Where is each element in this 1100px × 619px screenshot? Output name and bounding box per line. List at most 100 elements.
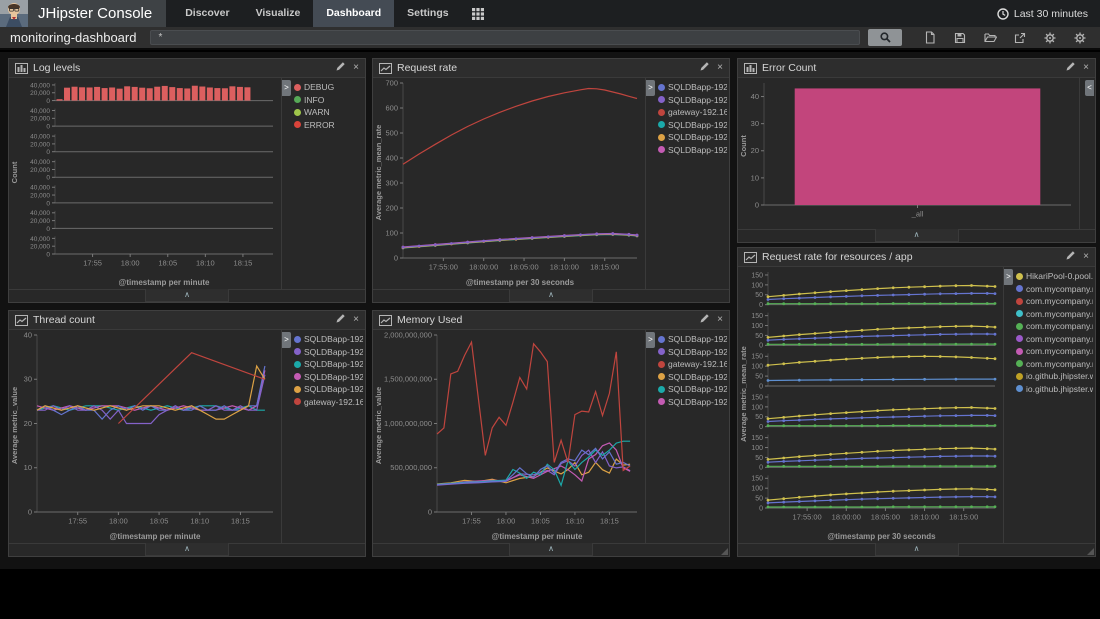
legend-item[interactable]: io.github.jhipster.web.r... [1016, 383, 1093, 396]
collapse-panel-button[interactable]: ∧ [145, 289, 229, 302]
options-button[interactable] [1038, 29, 1062, 46]
nav-dashboard[interactable]: Dashboard [313, 0, 394, 27]
legend-item[interactable]: SQLDBapp-192.168.4... [658, 371, 727, 384]
svg-text:0: 0 [46, 200, 50, 207]
legend-item[interactable]: INFO [294, 94, 363, 107]
legend-color-dot [1016, 373, 1023, 380]
remove-panel-icon[interactable]: × [353, 315, 359, 325]
panel-header[interactable]: Error Count × [738, 59, 1095, 78]
svg-text:0: 0 [46, 98, 50, 105]
legend-item[interactable]: SQLDBapp-192.168.4... [658, 346, 727, 359]
apps-grid-button[interactable] [462, 0, 494, 27]
resources-chart[interactable]: 0501001500501001500501001500501001500501… [738, 267, 1003, 543]
legend-item[interactable]: com.mycompany.myap... [1016, 283, 1093, 296]
nav-visualize[interactable]: Visualize [243, 0, 314, 27]
bar-chart-icon [15, 63, 28, 74]
line-chart-icon [379, 315, 392, 326]
legend-toggle[interactable]: > [1004, 269, 1013, 285]
svg-text:Average metric_value: Average metric_value [10, 387, 19, 464]
panel-header[interactable]: Log levels × [9, 59, 365, 78]
legend-item[interactable]: com.mycompany.myap... [1016, 320, 1093, 333]
edit-panel-icon[interactable] [700, 62, 709, 74]
legend-item[interactable]: SQLDBapp-192.168.4... [294, 358, 363, 371]
svg-text:Average metric_mean_rate: Average metric_mean_rate [739, 346, 748, 442]
edit-panel-icon[interactable] [1066, 62, 1075, 74]
edit-panel-icon[interactable] [336, 314, 345, 326]
open-dashboard-button[interactable] [978, 29, 1002, 46]
legend-toggle[interactable]: > [646, 80, 655, 96]
svg-text:100: 100 [751, 364, 763, 371]
legend-item[interactable]: gateway-192.168.43.8:... [294, 396, 363, 409]
legend-item[interactable]: ERROR [294, 119, 363, 132]
legend-item[interactable]: SQLDBapp-192.168.4... [658, 81, 727, 94]
panel-header[interactable]: Thread count × [9, 311, 365, 330]
legend-item[interactable]: SQLDBapp-192.168.4... [658, 94, 727, 107]
collapse-panel-button[interactable]: ∧ [509, 289, 593, 302]
edit-panel-icon[interactable] [336, 62, 345, 74]
legend-item[interactable]: com.mycompany.myap... [1016, 333, 1093, 346]
thread-count-chart[interactable]: 01020304017:5518:0018:0518:1018:15@times… [9, 330, 281, 543]
remove-panel-icon[interactable]: × [1083, 252, 1089, 262]
resize-handle[interactable] [721, 548, 728, 555]
remove-panel-icon[interactable]: × [353, 63, 359, 73]
legend-item[interactable]: SQLDBapp-192.168.4... [658, 396, 727, 409]
legend-color-dot [294, 121, 301, 128]
remove-panel-icon[interactable]: × [717, 63, 723, 73]
legend-item[interactable]: HikariPool-0.pool.Wait [1016, 270, 1093, 283]
time-picker-button[interactable]: Last 30 minutes [985, 0, 1100, 27]
svg-text:50: 50 [755, 455, 763, 462]
legend-item[interactable]: com.mycompany.myap... [1016, 358, 1093, 371]
nav-settings[interactable]: Settings [394, 0, 461, 27]
legend-item[interactable]: SQLDBapp-192.168.4... [658, 383, 727, 396]
legend-toggle[interactable]: > [282, 80, 291, 96]
panel-header[interactable]: Request rate × [373, 59, 729, 78]
svg-text:0: 0 [394, 253, 398, 262]
legend-item[interactable]: SQLDBapp-192.168.4... [658, 119, 727, 132]
legend-item[interactable]: io.github.jhipster.web.r... [1016, 370, 1093, 383]
legend-toggle[interactable]: > [646, 332, 655, 348]
legend-item[interactable]: SQLDBapp-192.168.4... [658, 144, 727, 157]
request-rate-chart[interactable]: 010020030040050060070017:55:0018:00:0018… [373, 78, 645, 289]
dashboard-name: monitoring-dashboard [10, 30, 136, 45]
edit-panel-icon[interactable] [1066, 251, 1075, 263]
settings-button[interactable] [1068, 29, 1092, 46]
legend-item[interactable]: SQLDBapp-192.168.4... [658, 131, 727, 144]
search-button[interactable] [868, 29, 902, 46]
share-dashboard-button[interactable] [1008, 29, 1032, 46]
collapse-panel-button[interactable]: ∧ [145, 543, 229, 556]
legend-toggle[interactable]: > [282, 332, 291, 348]
collapse-panel-button[interactable]: ∧ [875, 543, 959, 556]
log-levels-chart[interactable]: 020,00040,000020,00040,000020,00040,0000… [9, 78, 281, 289]
svg-text:Average metric_value: Average metric_value [374, 387, 383, 464]
svg-text:@timestamp per 30 seconds: @timestamp per 30 seconds [466, 278, 575, 287]
remove-panel-icon[interactable]: × [717, 315, 723, 325]
legend-item[interactable]: SQLDBapp-192.168.4... [294, 383, 363, 396]
collapse-panel-button[interactable]: ∧ [509, 543, 593, 556]
legend-item[interactable]: com.mycompany.myap... [1016, 308, 1093, 321]
panel-header[interactable]: Request rate for resources / app × [738, 248, 1095, 267]
svg-text:18:05: 18:05 [531, 517, 550, 526]
new-dashboard-button[interactable] [918, 29, 942, 46]
legend-item[interactable]: DEBUG [294, 81, 363, 94]
legend-item[interactable]: com.mycompany.myap... [1016, 295, 1093, 308]
query-input[interactable] [150, 30, 860, 45]
save-dashboard-button[interactable] [948, 29, 972, 46]
jhipster-logo[interactable] [0, 0, 28, 27]
legend-item[interactable]: SQLDBapp-192.168.4... [294, 333, 363, 346]
memory-used-chart[interactable]: 0500,000,0001,000,000,0001,500,000,0002,… [373, 330, 645, 543]
legend-item[interactable]: gateway-192.168.43.8:... [658, 358, 727, 371]
error-count-chart[interactable]: 010203040_allCount [738, 78, 1079, 229]
resize-handle[interactable] [1087, 548, 1094, 555]
legend-item[interactable]: SQLDBapp-192.168.4... [294, 346, 363, 359]
legend-item[interactable]: SQLDBapp-192.168.4... [658, 333, 727, 346]
nav-discover[interactable]: Discover [172, 0, 242, 27]
legend-item[interactable]: gateway-192.168.43.8:... [658, 106, 727, 119]
legend-item[interactable]: SQLDBapp-192.168.4... [294, 371, 363, 384]
legend-item[interactable]: com.mycompany.myap... [1016, 345, 1093, 358]
collapse-panel-button[interactable]: ∧ [875, 229, 959, 242]
remove-panel-icon[interactable]: × [1083, 63, 1089, 73]
legend-item[interactable]: WARN [294, 106, 363, 119]
edit-panel-icon[interactable] [700, 314, 709, 326]
legend-toggle[interactable]: < [1085, 80, 1094, 96]
panel-header[interactable]: Memory Used × [373, 311, 729, 330]
